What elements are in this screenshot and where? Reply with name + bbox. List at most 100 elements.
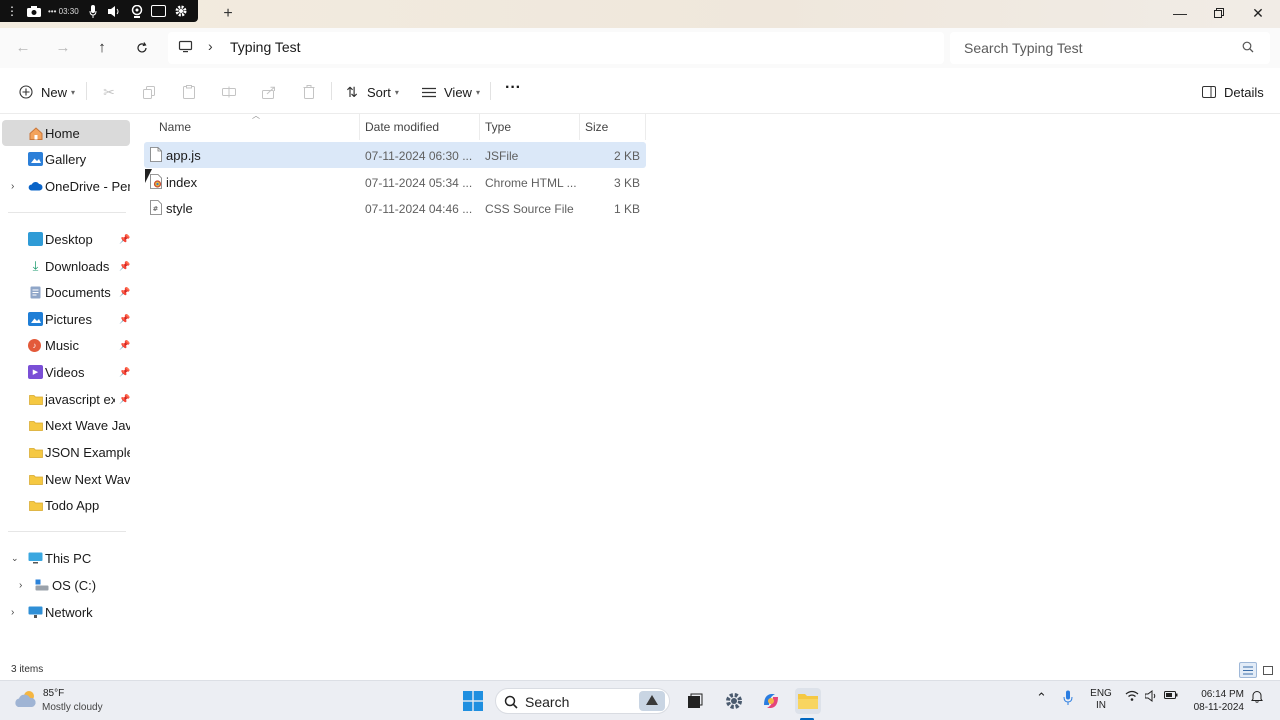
details-pane-button[interactable]: Details (1200, 80, 1264, 104)
sidebar-item-folder[interactable]: javascript examples 📌 (2, 386, 130, 412)
taskbar-search[interactable]: Search (495, 688, 670, 714)
camera-icon[interactable] (26, 4, 42, 18)
volume-icon[interactable] (1144, 690, 1157, 705)
breadcrumb[interactable]: › Typing Test (168, 32, 944, 64)
delete-button[interactable] (300, 80, 318, 104)
sidebar-item-music[interactable]: ♪ Music 📌 (2, 332, 130, 358)
view-button-label: View (444, 84, 472, 100)
microphone-icon[interactable] (1063, 690, 1073, 708)
sidebar-item-os-drive[interactable]: › OS (C:) (2, 572, 130, 598)
system-clock[interactable]: 06:14 PM 08-11-2024 (1188, 688, 1244, 714)
file-row[interactable]: app.js 07-11-2024 06:30 ... JSFile 2 KB (144, 142, 646, 168)
sidebar-item-desktop[interactable]: Desktop 📌 (2, 226, 130, 252)
rename-button[interactable] (220, 80, 238, 104)
folder-icon (28, 472, 43, 486)
chevron-down-icon[interactable]: ⌄ (11, 553, 19, 564)
copilot-icon[interactable] (758, 688, 784, 714)
file-date: 07-11-2024 06:30 ... (365, 149, 473, 163)
more-options-button[interactable]: ··· (505, 76, 521, 100)
weather-description[interactable]: Mostly cloudy (42, 702, 103, 713)
pin-icon[interactable]: 📌 (119, 340, 130, 351)
sidebar-item-folder[interactable]: JSON Example 2 (2, 439, 130, 465)
task-view-icon[interactable] (682, 688, 708, 714)
microphone-icon[interactable] (85, 4, 101, 18)
close-button[interactable]: ✕ (1238, 0, 1278, 28)
new-button-label: New (41, 84, 68, 100)
onedrive-cloud-icon (28, 179, 43, 193)
sidebar-item-gallery[interactable]: Gallery (2, 146, 130, 172)
weather-cloud-icon[interactable] (14, 688, 40, 712)
svg-text:#: # (153, 205, 159, 213)
settings-gear-icon[interactable] (173, 4, 189, 18)
pin-icon[interactable]: 📌 (119, 314, 130, 325)
paste-button[interactable] (180, 80, 198, 104)
sidebar-item-home[interactable]: Home (2, 120, 130, 146)
forward-button[interactable]: → (50, 36, 76, 60)
chevron-right-icon[interactable]: › (19, 580, 22, 591)
new-tab-button[interactable]: + (218, 4, 238, 24)
webcam-icon[interactable] (129, 4, 145, 18)
column-header-date[interactable]: Date modified (359, 114, 479, 140)
pin-icon[interactable]: 📌 (119, 287, 130, 298)
sidebar-item-label: Desktop (45, 231, 93, 247)
sidebar-item-pictures[interactable]: Pictures 📌 (2, 306, 130, 332)
sidebar-item-network[interactable]: › Network (2, 599, 130, 625)
settings-gear-icon[interactable] (721, 688, 747, 714)
clock-date: 08-11-2024 (1193, 702, 1244, 713)
pin-icon[interactable]: 📌 (119, 234, 130, 245)
tiles-view-toggle[interactable] (1259, 662, 1277, 678)
chevron-right-icon[interactable]: › (11, 607, 14, 618)
file-size: 3 KB (613, 176, 640, 190)
sidebar-item-videos[interactable]: ▶ Videos 📌 (2, 359, 130, 385)
wifi-icon[interactable] (1125, 690, 1139, 705)
up-button[interactable]: ↑ (89, 36, 115, 60)
sidebar-item-folder[interactable]: New Next Wave (2, 466, 130, 492)
sidebar-item-this-pc[interactable]: ⌄ This PC (2, 545, 130, 571)
sidebar-item-documents[interactable]: Documents 📌 (2, 279, 130, 305)
sidebar-item-folder[interactable]: Next Wave JavaScript (2, 412, 130, 438)
share-button[interactable] (260, 80, 278, 104)
file-row[interactable]: # style 07-11-2024 04:46 ... CSS Source … (144, 195, 646, 221)
file-type: CSS Source File (485, 202, 574, 216)
notification-bell-icon[interactable] (1251, 690, 1263, 706)
chevron-up-icon[interactable]: ⌃ (1036, 690, 1047, 706)
battery-icon[interactable] (1164, 690, 1178, 703)
folder-icon (28, 498, 43, 512)
column-header-size[interactable]: Size (579, 114, 645, 140)
file-explorer-icon[interactable] (795, 688, 821, 714)
windows-start-icon[interactable] (460, 688, 486, 714)
search-icon[interactable] (1242, 41, 1256, 55)
sidebar-item-downloads[interactable]: ⤓ Downloads 📌 (2, 253, 130, 279)
language-indicator[interactable]: ENG IN (1090, 688, 1112, 712)
pin-icon[interactable]: 📌 (119, 394, 130, 405)
details-view-toggle[interactable] (1239, 662, 1257, 678)
column-header-name[interactable]: Name (153, 114, 359, 140)
view-button[interactable]: View ▾ (420, 80, 480, 104)
file-size: 2 KB (613, 149, 640, 163)
window-icon[interactable] (151, 4, 167, 18)
menu-dots-icon[interactable]: ⋮ (4, 4, 20, 18)
sidebar-item-label: javascript examples (45, 391, 115, 407)
refresh-button[interactable] (129, 36, 155, 60)
chevron-right-icon[interactable]: › (11, 181, 14, 192)
copy-button[interactable] (140, 80, 158, 104)
back-button[interactable]: ← (10, 36, 36, 60)
breadcrumb-current-folder[interactable]: Typing Test (230, 39, 301, 55)
search-input[interactable] (950, 32, 1230, 64)
sidebar-item-folder[interactable]: Todo App (2, 492, 130, 518)
speaker-icon[interactable] (107, 4, 123, 18)
sidebar-item-onedrive[interactable]: › OneDrive - Personal (2, 173, 130, 199)
sidebar-item-label: JSON Example 2 (45, 444, 130, 460)
column-header-type[interactable]: Type (479, 114, 579, 140)
weather-temperature[interactable]: 85°F (43, 688, 64, 699)
restore-button[interactable] (1199, 0, 1239, 28)
sort-button[interactable]: ⇅ Sort ▾ (343, 80, 399, 104)
cut-button[interactable]: ✂ (100, 80, 118, 104)
pin-icon[interactable]: 📌 (119, 261, 130, 272)
search-icon (504, 695, 518, 709)
minimize-button[interactable]: — (1160, 0, 1200, 28)
pin-icon[interactable]: 📌 (119, 367, 130, 378)
file-row[interactable]: index 07-11-2024 05:34 ... Chrome HTML .… (144, 169, 646, 195)
sidebar-item-label: Gallery (45, 151, 87, 167)
new-button[interactable]: New ▾ (17, 80, 75, 104)
